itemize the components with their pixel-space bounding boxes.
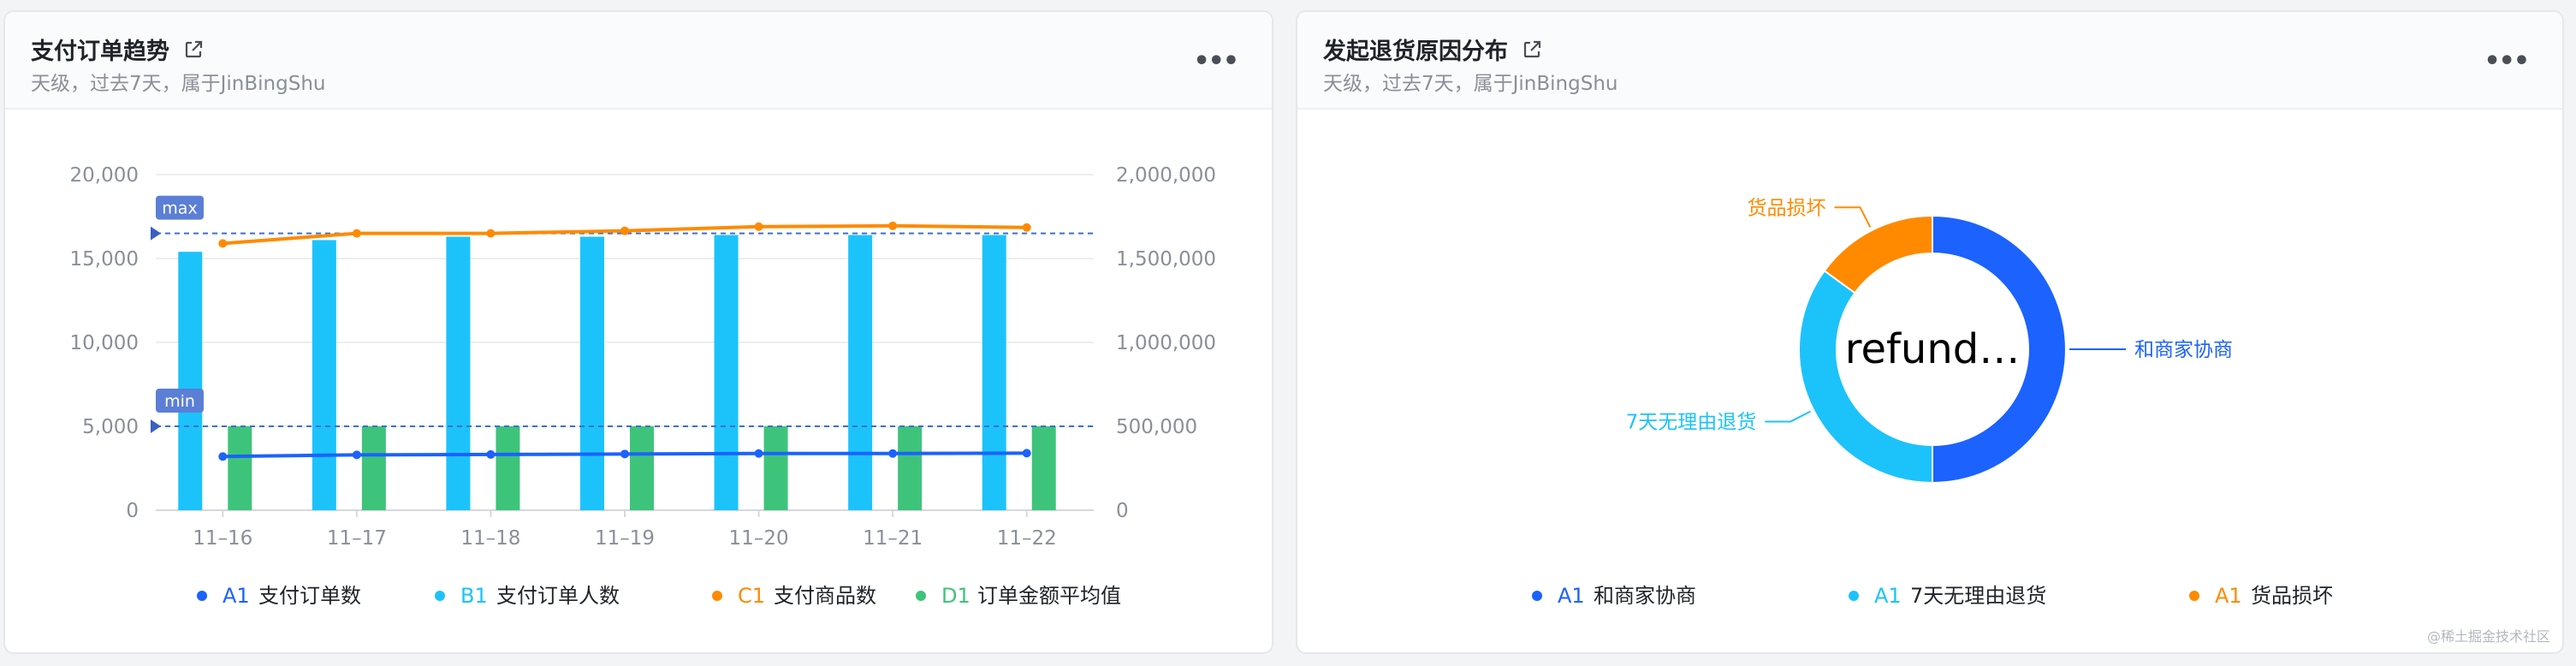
slice-leader-line	[1834, 206, 1872, 228]
slice-leader-line	[1765, 410, 1811, 423]
y-right-tick-label: 500,000	[1116, 416, 1197, 438]
slice-label: 和商家协商	[2134, 339, 2233, 361]
watermark: @稀土掘金技术社区	[2426, 628, 2550, 645]
bar	[982, 235, 1006, 510]
legend-tag: A1	[2215, 584, 2242, 608]
legend-marker	[1532, 591, 1542, 601]
line-point	[620, 226, 629, 235]
legend-marker	[916, 591, 926, 601]
order-trend-chart: 0 5,000 10,000 15,000 20,000 0 500,000 1,000,00…	[70, 164, 1217, 608]
legend-marker	[435, 591, 445, 601]
y-left-tick-label: 10,000	[70, 332, 139, 354]
legend-marker	[1849, 591, 1859, 601]
line-point	[888, 221, 898, 230]
slice-label: 7天无理由退货	[1626, 411, 1757, 433]
legend-label: 支付订单数	[258, 584, 361, 608]
legend-tag: D1	[941, 584, 970, 608]
reference-label: min	[164, 392, 195, 411]
bar	[848, 235, 873, 510]
legend-label: 和商家协商	[1594, 584, 1696, 608]
reference-arrow	[151, 226, 161, 241]
bar	[496, 426, 520, 510]
legend-tag: C1	[738, 584, 765, 608]
line-point	[1022, 449, 1031, 458]
bar	[763, 426, 788, 510]
bar	[580, 236, 604, 510]
x-tick-label: 11–20	[729, 527, 789, 550]
line-point	[754, 222, 763, 231]
order-trend-card: 支付订单趋势 天级，过去7天，属于JinBingShu ••• 0 5,000 10…	[3, 10, 1273, 654]
bar	[361, 426, 386, 510]
y-left-tick-label: 0	[126, 500, 139, 522]
reference-label: max	[162, 199, 197, 218]
y-right-tick-label: 1,000,000	[1116, 332, 1216, 354]
x-tick-label: 11–21	[863, 527, 923, 550]
bar	[714, 235, 739, 510]
legend-label: 货品损坏	[2251, 584, 2333, 608]
line-point	[1022, 223, 1031, 232]
y-right-tick-label: 0	[1116, 500, 1129, 522]
line-point	[754, 449, 763, 458]
x-tick-label: 11–18	[460, 527, 520, 550]
legend-marker	[712, 591, 722, 601]
slice-label: 货品损坏	[1748, 197, 1826, 219]
line-point	[352, 229, 361, 238]
y-left-tick-label: 15,000	[70, 248, 139, 271]
legend-label: 订单金额平均值	[977, 584, 1121, 608]
legend-label: 支付商品数	[774, 584, 876, 608]
line-point	[218, 452, 228, 461]
legend-tag: A1	[1558, 584, 1585, 608]
donut-center-label: refund…	[1845, 325, 2020, 373]
refund-reason-card: 发起退货原因分布 天级，过去7天，属于JinBingShu ••• refund…	[1296, 10, 2564, 654]
x-tick-label: 11–17	[327, 527, 387, 550]
line-point	[620, 449, 629, 459]
x-tick-label: 11–22	[997, 527, 1057, 550]
bar	[630, 426, 654, 510]
legend-marker	[2189, 591, 2199, 601]
line-point	[218, 239, 228, 248]
legend-label: 支付订单人数	[496, 584, 620, 608]
y-left-tick-label: 20,000	[70, 164, 139, 187]
bar	[446, 236, 471, 510]
legend-tag: A1	[1874, 584, 1902, 608]
legend-tag: B1	[460, 584, 488, 608]
line-point	[352, 450, 361, 460]
x-tick-label: 11–16	[193, 527, 252, 550]
y-left-tick-label: 5,000	[82, 416, 139, 438]
bar	[1031, 426, 1056, 510]
legend-tag: A1	[223, 584, 250, 608]
bar	[898, 426, 923, 510]
donut-slice	[1798, 269, 1933, 485]
line-point	[888, 449, 898, 458]
legend-label: 7天无理由退货	[1910, 584, 2046, 608]
reference-arrow	[151, 419, 161, 433]
y-right-tick-label: 1,500,000	[1116, 248, 1216, 271]
donut-slice	[1823, 214, 1933, 294]
legend-marker	[197, 591, 207, 601]
x-tick-label: 11–19	[595, 527, 655, 550]
bar	[312, 240, 336, 510]
line-point	[486, 229, 496, 238]
line-point	[486, 449, 496, 459]
bar	[178, 252, 203, 510]
refund-reason-chart: refund… 和商家协商7天无理由退货货品损坏A1 和商家协商 A1 7天无理由退货 A…	[1532, 197, 2333, 608]
y-right-tick-label: 2,000,000	[1116, 164, 1216, 187]
bar	[228, 426, 252, 510]
